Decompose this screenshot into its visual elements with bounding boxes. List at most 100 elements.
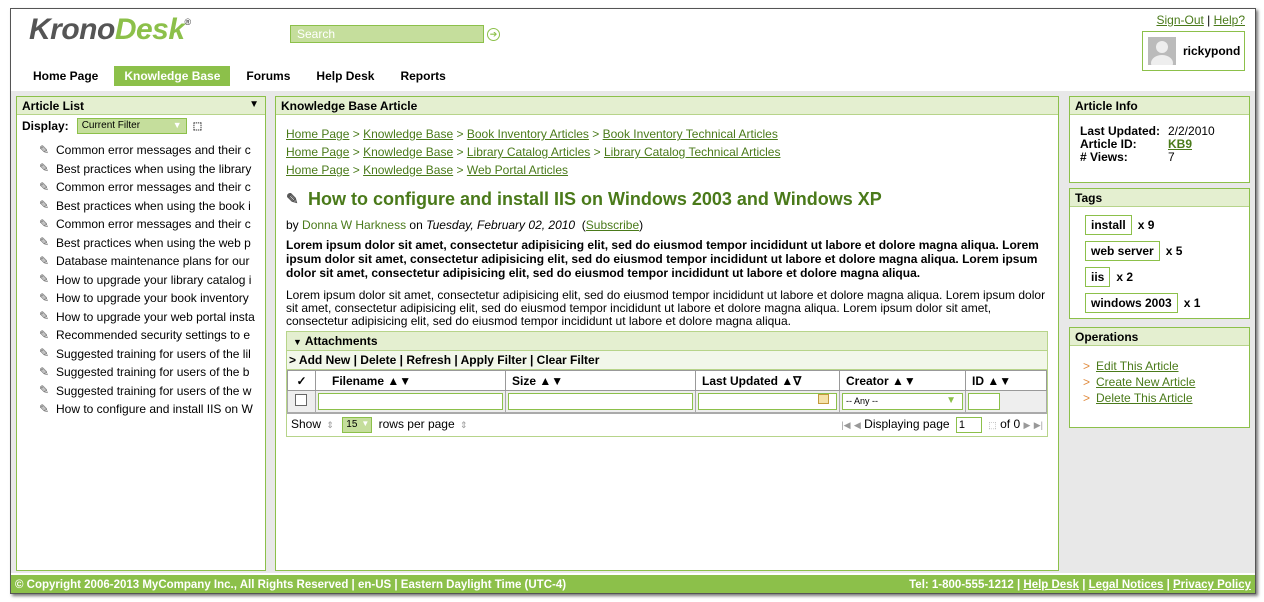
tag-count: x 2 — [1116, 270, 1134, 284]
toolbar-clear-filter-button[interactable]: Clear Filter — [537, 353, 600, 367]
last-updated-filter-input[interactable] — [698, 393, 837, 410]
display-filter-row: Display: Current Filter ▼ ⬚ — [17, 115, 265, 137]
column-header[interactable]: Creator ▲▼ — [839, 370, 966, 391]
breadcrumb-separator: > — [593, 145, 601, 159]
rows-value: 15 — [346, 419, 358, 430]
refresh-icon[interactable]: ⬚ — [193, 121, 202, 132]
column-header[interactable]: Filename ▲▼ — [315, 370, 506, 391]
operation-link[interactable]: Edit This Article — [1096, 359, 1178, 373]
tag-chip[interactable]: iis — [1085, 267, 1111, 287]
size-filter-input[interactable] — [508, 393, 693, 410]
document-icon: ✎ — [39, 346, 50, 361]
toolbar-refresh-button[interactable]: Refresh — [406, 353, 451, 367]
author-link[interactable]: Donna W Harkness — [302, 218, 406, 232]
breadcrumb-link[interactable]: Home Page — [286, 127, 349, 141]
calendar-icon[interactable] — [818, 394, 829, 404]
list-item[interactable]: ✎ How to upgrade your library catalog i — [39, 271, 265, 290]
help-link[interactable]: Help? — [1214, 13, 1245, 27]
nav-item-knowledge-base[interactable]: Knowledge Base — [114, 66, 231, 86]
breadcrumb-link[interactable]: Web Portal Articles — [467, 163, 568, 177]
sign-out-link[interactable]: Sign-Out — [1156, 13, 1203, 27]
list-item[interactable]: ✎ How to upgrade your book inventory — [39, 289, 265, 308]
footer-link[interactable]: Legal Notices — [1089, 579, 1164, 591]
refresh-icon[interactable]: ⬚ — [988, 420, 997, 430]
search-go-icon[interactable]: ➔ — [487, 27, 500, 41]
breadcrumb-link[interactable]: Book Inventory Technical Articles — [603, 127, 778, 141]
list-item[interactable]: ✎ Common error messages and their c — [39, 178, 265, 197]
filter-select[interactable]: Current Filter ▼ — [76, 118, 187, 134]
page-number-input[interactable]: 1 — [955, 417, 982, 433]
kronodesk-logo[interactable]: KronoDesk® — [29, 13, 191, 47]
tag-chip[interactable]: install — [1085, 215, 1132, 235]
list-item[interactable]: ✎ Best practices when using the book i — [39, 197, 265, 216]
list-item[interactable]: ✎ Common error messages and their c — [39, 215, 265, 234]
user-badge[interactable]: rickypond — [1142, 31, 1245, 71]
first-page-icon[interactable]: |◀ — [841, 420, 850, 430]
id-filter-input[interactable] — [968, 393, 1000, 410]
list-item[interactable]: ✎ Best practices when using the web p — [39, 234, 265, 253]
operation-item[interactable]: > Create New Article — [1083, 374, 1249, 390]
column-header[interactable]: ID ▲▼ — [965, 370, 1047, 391]
operation-item[interactable]: > Delete This Article — [1083, 390, 1249, 406]
article-list: ✎ Common error messages and their c ✎ Best … — [17, 137, 265, 419]
last-page-icon[interactable]: ▶| — [1034, 420, 1043, 430]
breadcrumb-link[interactable]: Library Catalog Technical Articles — [604, 145, 781, 159]
attachments-section: ▼ Attachments > Add New | Delete | Refre… — [286, 331, 1048, 437]
list-item[interactable]: ✎ How to upgrade your web portal insta — [39, 308, 265, 327]
nav-item-home-page[interactable]: Home Page — [23, 66, 108, 86]
search-input[interactable] — [290, 25, 484, 43]
operation-link[interactable]: Create New Article — [1096, 375, 1195, 389]
tag-chip[interactable]: web server — [1085, 241, 1160, 261]
filename-filter-input[interactable] — [318, 393, 503, 410]
next-page-icon[interactable]: ▶ — [1023, 420, 1030, 430]
breadcrumb-separator: > — [456, 127, 464, 141]
collapse-arrow-icon[interactable]: ▼ — [249, 99, 259, 110]
list-item[interactable]: ✎ How to configure and install IIS on W — [39, 400, 265, 419]
breadcrumb-link[interactable]: Library Catalog Articles — [467, 145, 590, 159]
attachments-header[interactable]: ▼ Attachments — [287, 332, 1047, 351]
prev-page-icon[interactable]: ◀ — [854, 420, 861, 430]
footer-link[interactable]: Privacy Policy — [1173, 579, 1251, 591]
nav-item-reports[interactable]: Reports — [390, 66, 455, 86]
list-item[interactable]: ✎ Database maintenance plans for our — [39, 252, 265, 271]
list-item[interactable]: ✎ Suggested training for users of the w — [39, 382, 265, 401]
operation-link[interactable]: Delete This Article — [1096, 391, 1193, 405]
list-item[interactable]: ✎ Recommended security settings to e — [39, 326, 265, 345]
breadcrumb-link[interactable]: Knowledge Base — [363, 163, 453, 177]
rows-per-page-select[interactable]: 15 ▼ — [342, 417, 373, 433]
breadcrumb-link[interactable]: Home Page — [286, 163, 349, 177]
list-item-label: How to upgrade your book inventory — [56, 291, 249, 306]
breadcrumb-link[interactable]: Knowledge Base — [363, 145, 453, 159]
logo-text-krono: Krono — [29, 13, 115, 46]
subscribe-link[interactable]: Subscribe — [586, 218, 639, 232]
tag-count: x 1 — [1183, 296, 1201, 310]
creator-filter-select[interactable]: -- Any -- ▼ — [842, 393, 963, 410]
list-item[interactable]: ✎ Best practices when using the library — [39, 160, 265, 179]
column-header[interactable]: Last Updated ▲∇ — [695, 370, 840, 391]
select-all-checkbox[interactable] — [295, 394, 307, 406]
list-item[interactable]: ✎ Suggested training for users of the lil — [39, 345, 265, 364]
operation-item[interactable]: > Edit This Article — [1083, 358, 1249, 374]
nav-item-help-desk[interactable]: Help Desk — [306, 66, 384, 86]
tag-chip[interactable]: windows 2003 — [1085, 293, 1178, 313]
toolbar-add-new-button[interactable]: Add New — [299, 353, 350, 367]
breadcrumb-link[interactable]: Book Inventory Articles — [467, 127, 589, 141]
list-item-label: Best practices when using the book i — [56, 198, 251, 213]
breadcrumb-link[interactable]: Home Page — [286, 145, 349, 159]
article-date: Tuesday, February 02, 2010 — [426, 218, 576, 232]
panel-title: Tags — [1075, 191, 1103, 205]
footer-link[interactable]: Help Desk — [1023, 579, 1079, 591]
byline-on: on — [409, 218, 423, 232]
breadcrumb: Home Page > Knowledge Base > Web Portal … — [286, 161, 1058, 179]
list-item-label: Database maintenance plans for our — [56, 254, 250, 269]
nav-item-forums[interactable]: Forums — [236, 66, 300, 86]
list-item[interactable]: ✎ Suggested training for users of the b — [39, 363, 265, 382]
list-item[interactable]: ✎ Common error messages and their c — [39, 141, 265, 160]
toolbar-delete-button[interactable]: Delete — [360, 353, 396, 367]
column-header[interactable]: Size ▲▼ — [505, 370, 696, 391]
breadcrumb-link[interactable]: Knowledge Base — [363, 127, 453, 141]
tags-list: install x 9 web server x 5 iis x 2 windows 200… — [1070, 207, 1249, 313]
views-value: 7 — [1168, 150, 1175, 164]
document-icon: ✎ — [39, 235, 50, 250]
toolbar-apply-filter-button[interactable]: Apply Filter — [461, 353, 527, 367]
